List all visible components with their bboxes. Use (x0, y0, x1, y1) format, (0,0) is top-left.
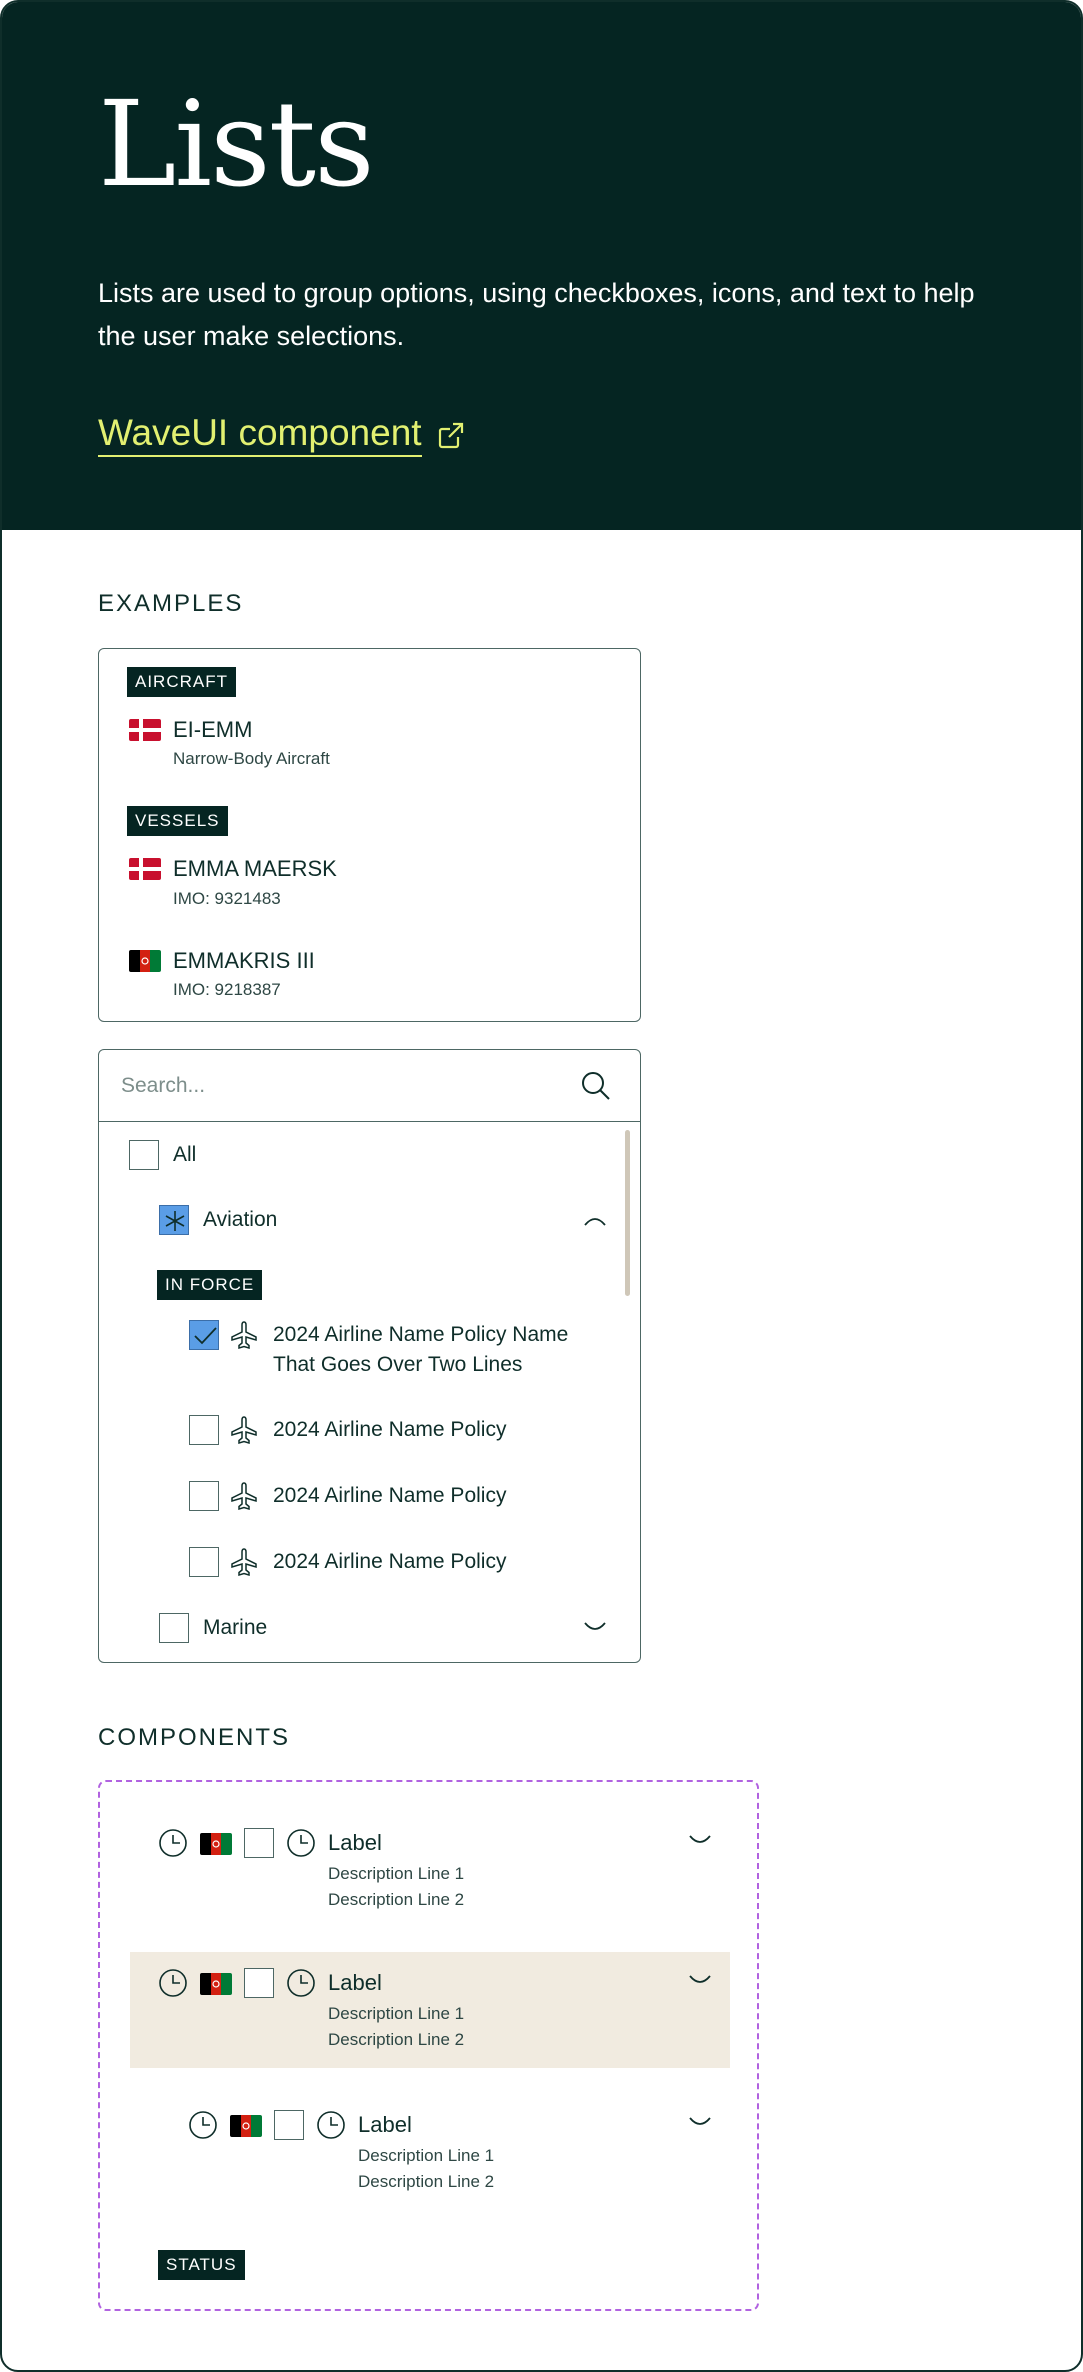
airplane-icon (231, 1416, 257, 1445)
page-description: Lists are used to group options, using c… (98, 278, 975, 351)
policy-label: 2024 Airline Name Policy (273, 1418, 507, 1441)
marine-label: Marine (203, 1616, 268, 1639)
list-item-title[interactable]: EI-EMM (173, 717, 252, 743)
airplane-icon (231, 1482, 257, 1511)
list-item-title[interactable]: EMMA MAERSK (173, 856, 337, 882)
waveui-component-link-label[interactable]: WaveUI component (98, 412, 422, 457)
chevron-up-icon[interactable] (583, 1213, 607, 1227)
clock-icon (159, 1969, 187, 1997)
policy-label: 2024 Airline Name Policy (273, 1484, 507, 1507)
airplane-icon (231, 1321, 257, 1350)
afghanistan-flag-icon (200, 1833, 232, 1855)
searchable-checkbox-list: All Aviation IN FORCE 2024 Airline Name … (98, 1049, 641, 1663)
airplane-icon (231, 1548, 257, 1577)
status-badge-in-force: IN FORCE (157, 1270, 263, 1300)
policy-label-line2: That Goes Over Two Lines (273, 1353, 523, 1376)
component-list-row-indented[interactable]: Label Description Line 1 Description Lin… (130, 2080, 730, 2196)
checkbox-marine[interactable] (159, 1613, 189, 1643)
afghanistan-flag-icon (200, 1973, 232, 1995)
chevron-down-icon[interactable] (688, 1834, 712, 1848)
component-description-2: Description Line 2 (358, 2172, 495, 2191)
afghanistan-flag-icon (129, 950, 161, 972)
list-item-subtitle: IMO: 9321483 (173, 889, 281, 908)
list-item-subtitle: Narrow-Body Aircraft (173, 749, 330, 768)
component-label: Label (328, 1830, 382, 1855)
chevron-down-icon[interactable] (688, 2116, 712, 2130)
aviation-label: Aviation (203, 1208, 278, 1231)
chevron-down-icon[interactable] (583, 1621, 607, 1635)
policy-label: 2024 Airline Name Policy (273, 1550, 507, 1573)
page-title: Lists (98, 75, 375, 213)
clock-icon (287, 1829, 315, 1857)
list-item-title[interactable]: EMMAKRIS III (173, 948, 315, 974)
all-label: All (173, 1143, 197, 1166)
page-frame: Lists Lists are used to group options, u… (0, 0, 1083, 2372)
status-badge: STATUS (158, 2250, 245, 2280)
denmark-flag-icon (129, 719, 161, 741)
component-checkbox[interactable] (244, 1828, 274, 1858)
clock-icon (159, 1829, 187, 1857)
policy-label: 2024 Airline Name Policy Name (273, 1323, 569, 1346)
components-heading: COMPONENTS (98, 1724, 291, 1751)
clock-icon (189, 2111, 217, 2139)
clock-icon (287, 1969, 315, 1997)
scrollbar[interactable] (625, 1130, 630, 1296)
checkbox-policy[interactable] (189, 1481, 219, 1511)
component-list-row-hover[interactable]: Label Description Line 1 Description Lin… (130, 1952, 730, 2068)
external-link-icon (438, 422, 463, 448)
component-label: Label (328, 1970, 382, 1995)
component-description-2: Description Line 2 (328, 1890, 465, 1909)
checkbox-policy[interactable] (189, 1547, 219, 1577)
component-description-1: Description Line 1 (328, 1864, 465, 1883)
hero-header: Lists Lists are used to group options, u… (2, 2, 1081, 530)
search-input[interactable] (121, 1068, 541, 1104)
group-badge-vessels: VESSELS (127, 806, 228, 836)
example-list-card: AIRCRAFT EI-EMM Narrow-Body Aircraft VES… (98, 648, 641, 1022)
afghanistan-flag-icon (230, 2115, 262, 2137)
checkbox-all[interactable] (129, 1140, 159, 1170)
components-showcase: Label Description Line 1 Description Lin… (98, 1780, 759, 2311)
denmark-flag-icon (129, 858, 161, 880)
group-badge-aircraft: AIRCRAFT (127, 667, 236, 697)
component-description-2: Description Line 2 (328, 2030, 465, 2049)
component-checkbox[interactable] (274, 2110, 304, 2140)
checkbox-policy[interactable] (189, 1415, 219, 1445)
component-checkbox[interactable] (244, 1968, 274, 1998)
component-list-row[interactable]: Label Description Line 1 Description Lin… (130, 1798, 730, 1914)
list-item-subtitle: IMO: 9218387 (173, 980, 281, 999)
component-description-1: Description Line 1 (358, 2146, 495, 2165)
search-icon[interactable] (580, 1070, 612, 1102)
search-bar (99, 1050, 640, 1122)
chevron-down-icon[interactable] (688, 1974, 712, 1988)
component-label: Label (358, 2112, 412, 2137)
checkbox-policy[interactable] (189, 1320, 219, 1350)
component-description-1: Description Line 1 (328, 2004, 465, 2023)
waveui-component-link[interactable]: WaveUI component (98, 412, 466, 457)
checkbox-aviation-indeterminate[interactable] (159, 1205, 189, 1235)
clock-icon (317, 2111, 345, 2139)
examples-heading: EXAMPLES (98, 590, 244, 617)
